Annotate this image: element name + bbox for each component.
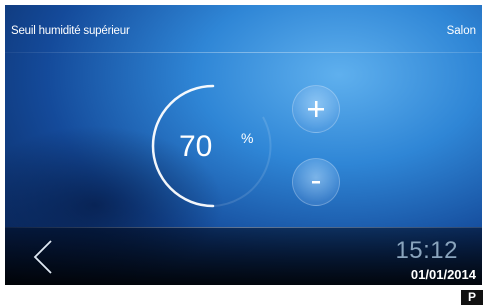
setpoint-unit: % [241,130,254,146]
header-divider [5,52,482,53]
clock-date: 01/01/2014 [410,267,476,282]
increase-button[interactable] [292,85,340,133]
footer-divider [5,227,482,228]
page-title: Seuil humidité supérieur [11,25,130,37]
minus-icon [312,181,320,184]
chevron-left-icon [33,240,52,274]
clock-time: 15:12 [395,237,458,264]
thermostat-screen: Seuil humidité supérieur Salon 70 % 15:1… [5,5,482,285]
room-label: Salon [446,25,476,37]
setpoint-value: 70 [179,130,213,163]
plus-icon [308,101,324,117]
back-button[interactable] [31,238,55,276]
header-bar: Seuil humidité supérieur Salon [5,5,482,51]
corner-badge: P [461,290,483,305]
decrease-button[interactable] [292,158,340,206]
setpoint-dial [151,84,272,208]
